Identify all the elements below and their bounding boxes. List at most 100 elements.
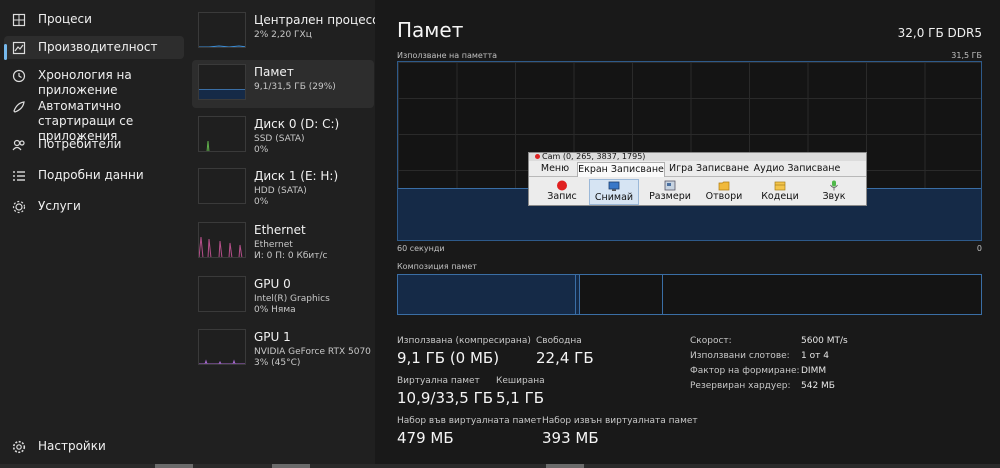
nav-item-label: Производителност (38, 40, 158, 54)
taskbar-item[interactable] (546, 464, 584, 468)
taskbar (0, 464, 1000, 468)
screenshot-label: Снимай (594, 192, 634, 203)
users-icon (12, 139, 25, 151)
taskbar-item[interactable] (272, 464, 310, 468)
nav-item-label: Услуги (38, 199, 81, 213)
gpu1-thumbnail-graph (198, 329, 246, 365)
microphone-icon (830, 180, 838, 191)
sound-label: Звук (822, 191, 846, 202)
codecs-button[interactable]: Кодеци (755, 179, 805, 205)
record-icon (557, 180, 567, 191)
startup-icon (13, 101, 25, 113)
taskbar-item[interactable] (155, 464, 193, 468)
composition-in-use (398, 275, 576, 314)
stat-label: Кеширана (496, 376, 545, 386)
record-label: Запис (547, 191, 577, 202)
detail-value: 1 от 4 (801, 351, 829, 361)
processes-icon (12, 13, 26, 27)
resource-detail: Intel(R) Graphics (254, 294, 330, 304)
gear-icon (12, 440, 26, 454)
resource-disk-0[interactable]: Диск 0 (D: C:) SSD (SATA) 0% (192, 112, 374, 160)
memory-usage-graph (397, 61, 982, 241)
composition-standby (580, 275, 663, 314)
detail-label: Използвани слотове: (690, 351, 790, 361)
resource-ethernet[interactable]: Ethernet Ethernet И: 0 П: 0 Кбит/с (192, 218, 374, 266)
resource-disk-1[interactable]: Диск 1 (E: H:) HDD (SATA) 0% (192, 164, 374, 212)
gpu0-thumbnail-graph (198, 276, 246, 312)
stat-value: 393 МБ (542, 429, 599, 447)
graph-max-label: 31,5 ГБ (951, 51, 982, 60)
nav-item-services[interactable]: Услуги (4, 195, 184, 218)
dimensions-label: Размери (649, 191, 691, 202)
composition-label: Композиция памет (397, 262, 477, 271)
resource-detail: 9,1/31,5 ГБ (29%) (254, 82, 336, 92)
detail-value: DIMM (801, 366, 827, 376)
stat-label: Набор извън виртуалната памет (542, 416, 698, 426)
history-icon (12, 69, 26, 83)
resource-usage: 0% Няма (254, 305, 296, 315)
record-button[interactable]: Запис (537, 179, 587, 205)
resource-name: Памет (254, 65, 294, 79)
nav-item-users[interactable]: Потребители (4, 133, 184, 156)
nav-item-label: Процеси (38, 12, 92, 26)
tab-menu[interactable]: Меню (533, 162, 577, 177)
resource-detail: Ethernet (254, 240, 293, 250)
sound-button[interactable]: Звук (809, 179, 859, 205)
details-icon (13, 171, 25, 181)
recorder-tabs: Меню Екран Записване Игра Записване Ауди… (529, 161, 866, 177)
tab-game-recording[interactable]: Игра Записване (667, 162, 751, 177)
ethernet-thumbnail-graph (198, 222, 246, 258)
stat-label: Виртуална памет (397, 376, 480, 386)
disk0-thumbnail-graph (198, 116, 246, 152)
recorder-title-bar[interactable]: Cam (0, 265, 3837, 1795) (529, 153, 866, 161)
folder-icon (718, 181, 730, 191)
resource-detail: SSD (SATA) (254, 134, 305, 144)
page-title: Памет (397, 18, 464, 42)
tab-screen-recording[interactable]: Екран Записване (577, 162, 665, 177)
performance-icon (12, 41, 26, 55)
open-button[interactable]: Отвори (699, 179, 749, 205)
resource-gpu-1[interactable]: GPU 1 NVIDIA GeForce RTX 5070 3% (45°C) (192, 325, 374, 373)
nav-item-settings[interactable]: Настройки (4, 435, 184, 458)
stat-value: 22,4 ГБ (536, 349, 594, 367)
resource-detail: HDD (SATA) (254, 186, 307, 196)
tab-audio-recording[interactable]: Аудио Записване (753, 162, 841, 177)
disk1-thumbnail-graph (198, 168, 246, 204)
stat-value: 9,1 ГБ (0 МБ) (397, 349, 500, 367)
nav-item-label: Настройки (38, 439, 106, 453)
codecs-icon (774, 181, 786, 191)
detail-value: 542 МБ (801, 381, 835, 391)
resource-memory[interactable]: Памет 9,1/31,5 ГБ (29%) (192, 60, 374, 108)
nav-item-performance[interactable]: Производителност (4, 36, 184, 60)
stat-value: 479 МБ (397, 429, 454, 447)
graph-time-label: 60 секунди (397, 244, 445, 253)
resource-gpu-0[interactable]: GPU 0 Intel(R) Graphics 0% Няма (192, 272, 374, 320)
screenshot-icon (608, 181, 620, 191)
stat-value: 5,1 ГБ (496, 389, 545, 407)
codecs-label: Кодеци (761, 191, 799, 202)
nav-item-details[interactable]: Подробни данни (4, 164, 184, 187)
screen-recorder-window[interactable]: Cam (0, 265, 3837, 1795) Меню Екран Запи… (528, 152, 867, 206)
resource-name: GPU 1 (254, 330, 291, 344)
resource-name: Диск 0 (D: C:) (254, 117, 340, 131)
open-label: Отвори (705, 191, 743, 202)
memory-thumbnail-graph (198, 64, 246, 100)
resource-usage: 0% (254, 197, 269, 207)
resource-cpu[interactable]: Централен процесор 2% 2,20 ГХц (192, 8, 387, 56)
services-icon (12, 200, 26, 214)
dimensions-icon (664, 180, 676, 191)
resource-usage: 0% (254, 145, 269, 155)
memory-total: 32,0 ГБ DDR5 (897, 26, 982, 40)
nav-item-label: Подробни данни (38, 168, 144, 182)
dimensions-button[interactable]: Размери (645, 179, 695, 205)
left-navigation: Процеси Производителност Хронология на п… (0, 0, 190, 468)
stat-label: Свободна (536, 336, 582, 346)
graph-label: Използване на паметта (397, 51, 498, 60)
resource-detail: 2% 2,20 ГХц (254, 30, 312, 40)
memory-composition-bar (397, 274, 982, 315)
nav-item-processes[interactable]: Процеси (4, 8, 184, 31)
detail-label: Резервиран хардуер: (690, 381, 791, 391)
recorder-app-icon (535, 154, 540, 159)
graph-min-label: 0 (976, 244, 982, 253)
screenshot-button[interactable]: Снимай (589, 179, 639, 205)
